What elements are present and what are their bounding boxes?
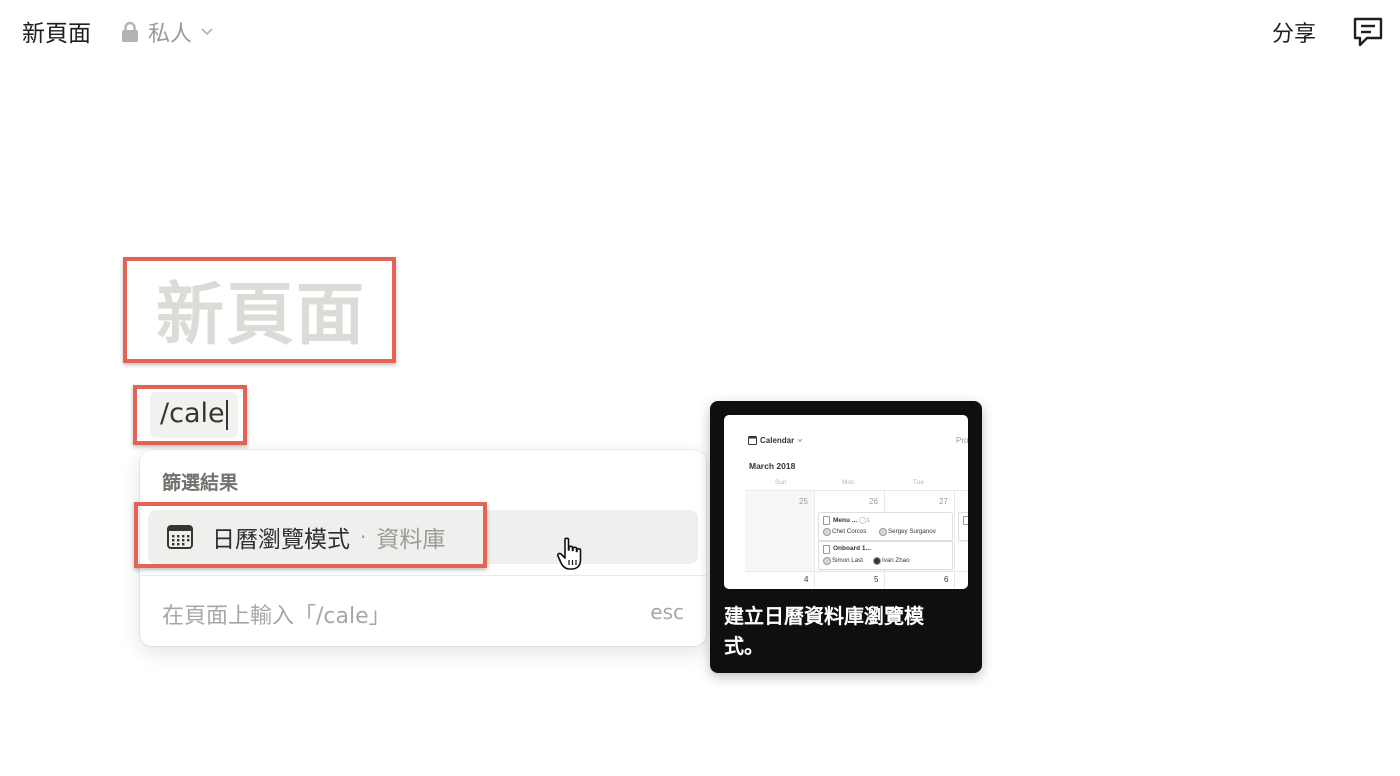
preview-event-title: Menu ... ◯1 <box>833 517 870 524</box>
preview-day-number: 26 <box>869 497 878 506</box>
preview-caption: 建立日曆資料庫瀏覽模式。 <box>724 604 924 658</box>
preview-person: Ivan Zhao <box>882 557 910 564</box>
preview-person: Sergey Surganov <box>888 528 936 535</box>
preview-person: Chet Corcos <box>832 528 867 535</box>
avatar <box>823 528 831 536</box>
preview-grid-line <box>814 490 815 589</box>
preview-weekday: Mon <box>842 479 855 486</box>
privacy-menu[interactable]: 私人 <box>120 16 214 48</box>
preview-clipped-label: Pro <box>956 436 968 445</box>
comments-icon[interactable] <box>1350 14 1386 50</box>
avatar <box>873 557 881 565</box>
slash-command-menu: 篩選結果 日曆瀏覽模式 · 資料庫 在頁面上輸入「/cale」 esc <box>140 450 706 646</box>
esc-shortcut-hint: esc <box>650 600 684 624</box>
menu-section-title: 篩選結果 <box>162 472 239 494</box>
command-input[interactable]: /cale <box>150 392 238 438</box>
calendar-preview-image: Calendar Pro March 2018 Sun Mon Tue 25 2… <box>724 415 968 589</box>
preview-event-card: Onboard 1... Simon Last Ivan Zhao <box>818 541 953 570</box>
preview-day-number: 5 <box>874 575 879 584</box>
preview-event-title: Onboard 1... <box>833 545 871 552</box>
lock-icon <box>122 21 138 42</box>
preview-event-card-clipped <box>958 512 968 541</box>
page-icon <box>823 545 830 554</box>
text-caret <box>225 399 228 430</box>
page-icon <box>963 516 968 525</box>
preview-day-number: 6 <box>944 575 949 584</box>
menu-footer-type-on-page[interactable]: 在頁面上輸入「/cale」 <box>162 598 391 630</box>
preview-grid-line <box>954 490 955 589</box>
avatar <box>823 557 831 565</box>
calendar-icon <box>167 525 193 549</box>
preview-person: Simon Last <box>832 557 863 564</box>
menu-divider <box>140 575 706 576</box>
page-icon <box>823 516 830 525</box>
preview-view-switcher: Calendar <box>748 436 803 445</box>
chevron-down-icon <box>201 28 213 36</box>
preview-grid-line <box>745 571 968 572</box>
preview-event-card: Menu ... ◯1 Chet Corcos Sergey Surganov <box>818 512 953 541</box>
menu-item-label: 日曆瀏覽模式 <box>212 527 350 553</box>
preview-day-number: 27 <box>939 497 948 506</box>
breadcrumb-page-title[interactable]: 新頁面 <box>22 14 91 48</box>
menu-item-calendar-view[interactable]: 日曆瀏覽模式 · 資料庫 <box>148 510 698 564</box>
top-bar: 新頁面 私人 分享 <box>0 0 1400 64</box>
chevron-down-icon <box>797 438 803 443</box>
preview-view-name: Calendar <box>760 436 795 445</box>
preview-weekday: Sun <box>775 479 787 486</box>
calendar-icon <box>748 436 757 445</box>
menu-item-separator: · <box>360 525 367 549</box>
preview-day-number: 4 <box>804 575 809 584</box>
page-title-input[interactable]: 新頁面 <box>156 272 366 360</box>
command-text: /cale <box>160 398 225 429</box>
hand-pointer-cursor-icon <box>556 537 582 570</box>
menu-item-sublabel: 資料庫 <box>376 527 446 553</box>
preview-tooltip: Calendar Pro March 2018 Sun Mon Tue 25 2… <box>710 401 982 673</box>
privacy-label: 私人 <box>148 22 193 47</box>
preview-day-number: 25 <box>799 497 808 506</box>
preview-month: March 2018 <box>749 461 796 471</box>
avatar <box>879 528 887 536</box>
preview-weekday: Tue <box>913 479 924 486</box>
share-button[interactable]: 分享 <box>1272 16 1316 48</box>
